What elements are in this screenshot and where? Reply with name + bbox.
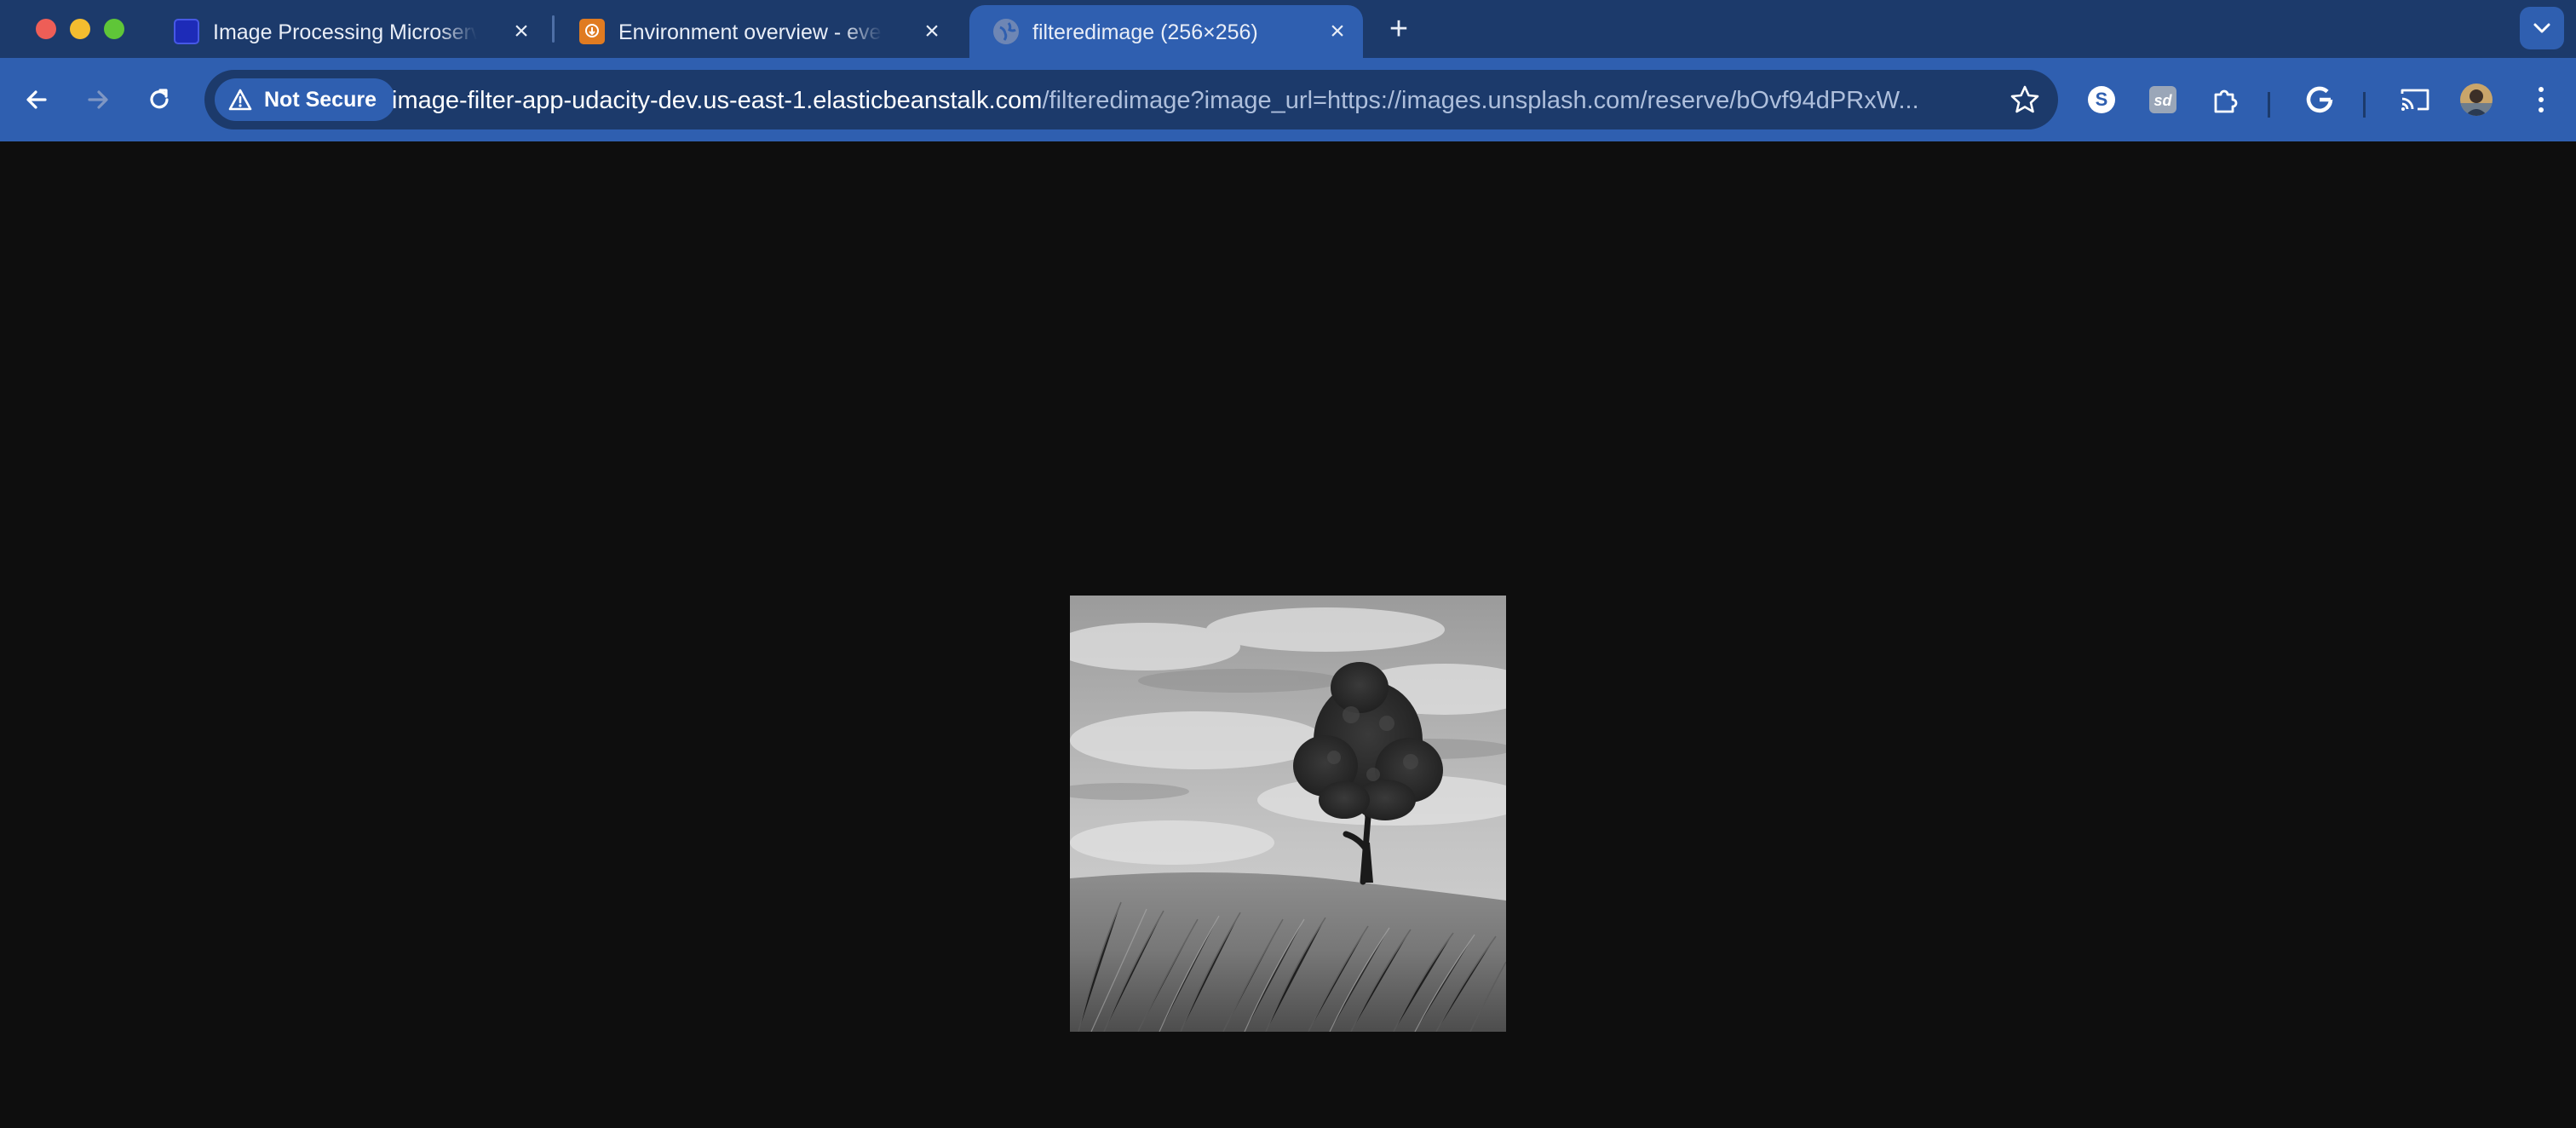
bookmark-star-icon[interactable]	[2009, 83, 2041, 116]
new-tab-button[interactable]: +	[1380, 10, 1417, 48]
tab-separator	[552, 15, 555, 43]
puzzle-icon[interactable]	[2206, 82, 2242, 118]
arrow-right-icon	[88, 90, 108, 109]
reload-button[interactable]	[138, 78, 181, 121]
vscode-like-blue-icon	[174, 19, 199, 44]
tab-strip: Image Processing Microservice × Environm…	[0, 0, 2576, 58]
tab-image-processing[interactable]: Image Processing Microservice ×	[150, 5, 547, 58]
reload-icon	[150, 89, 169, 109]
window-close-button[interactable]	[36, 19, 56, 39]
elastic-beanstalk-icon	[579, 19, 605, 44]
back-button[interactable]	[15, 78, 58, 121]
tab-filteredimage[interactable]: filteredimage (256×256) ×	[969, 5, 1363, 58]
profile-avatar[interactable]	[2458, 82, 2494, 118]
window-maximize-button[interactable]	[104, 19, 124, 39]
globe-icon	[993, 19, 1019, 44]
security-chip[interactable]: Not Secure	[215, 78, 395, 121]
google-icon[interactable]	[2302, 82, 2337, 118]
security-label: Not Secure	[264, 88, 377, 112]
close-icon[interactable]: ×	[920, 19, 944, 44]
s-extension-icon[interactable]: S	[2084, 82, 2119, 118]
tab-title: filteredimage (256×256)	[1032, 20, 1258, 44]
tab-search-button[interactable]	[2520, 7, 2564, 49]
toolbar-divider	[2363, 92, 2366, 118]
tab-title: Image Processing Microservice	[213, 20, 477, 44]
arrow-left-icon	[26, 90, 47, 109]
toolbar-divider	[2268, 92, 2270, 118]
svg-text:S: S	[2096, 89, 2108, 110]
tab-environment-overview[interactable]: Environment overview - events ×	[555, 5, 957, 58]
url-path: /filteredimage?image_url=https://images.…	[1042, 87, 1919, 114]
cast-icon[interactable]	[2397, 82, 2433, 118]
url-host: image-filter-app-udacity-dev.us-east-1.e…	[392, 87, 1043, 114]
svg-text:sd: sd	[2153, 92, 2172, 109]
kebab-menu-icon[interactable]	[2523, 82, 2559, 118]
address-bar[interactable]: Not Secure image-filter-app-udacity-dev.…	[204, 70, 2058, 129]
window-minimize-button[interactable]	[70, 19, 90, 39]
page-viewport	[0, 141, 2576, 1128]
warning-icon	[228, 89, 252, 111]
close-icon[interactable]: ×	[509, 19, 533, 44]
filtered-image[interactable]	[1070, 596, 1506, 1032]
close-icon[interactable]: ×	[1325, 19, 1349, 44]
browser-toolbar: Not Secure image-filter-app-udacity-dev.…	[0, 58, 2576, 141]
sd-extension-icon[interactable]: sd	[2145, 82, 2181, 118]
url-text[interactable]: image-filter-app-udacity-dev.us-east-1.e…	[392, 86, 1925, 115]
tab-title: Environment overview - events	[618, 20, 883, 44]
chevron-down-icon	[2533, 23, 2550, 33]
forward-button[interactable]	[77, 78, 119, 121]
